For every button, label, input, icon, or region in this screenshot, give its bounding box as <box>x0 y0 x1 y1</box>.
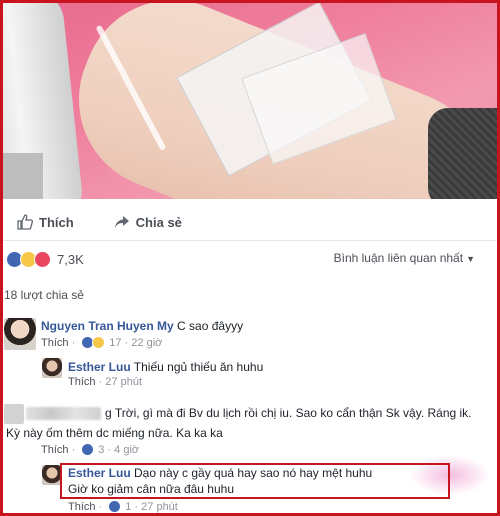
comment-like-link[interactable]: Thích <box>41 444 69 456</box>
like-button[interactable]: Thích <box>17 214 74 230</box>
caret-down-icon: ▼ <box>466 254 475 264</box>
reply-author[interactable]: Esther Luu <box>68 360 131 374</box>
separator: · <box>95 500 103 513</box>
comment-sort-dropdown[interactable]: Bình luận liên quan nhất ▼ <box>334 251 475 265</box>
share-label: Chia sẻ <box>135 214 182 230</box>
comment-meta: Thích · 3 · 4 giờ <box>41 443 139 456</box>
divider <box>3 240 497 241</box>
avatar[interactable] <box>4 318 36 350</box>
comment-reaction-count[interactable]: 17 <box>109 337 121 349</box>
comment-author[interactable]: Nguyen Tran Huyen My <box>41 319 174 333</box>
comment: Nguyen Tran Huyen My C sao đâyyy <box>41 318 243 335</box>
separator: · <box>95 376 106 388</box>
comment-text: C sao đâyyy <box>177 319 244 333</box>
share-button[interactable]: Chia sẻ <box>114 214 182 230</box>
avatar[interactable] <box>4 404 24 424</box>
like-icon <box>108 500 122 513</box>
comment-like-link[interactable]: Thích <box>41 337 69 349</box>
reply-time[interactable]: 27 phút <box>141 501 178 513</box>
avatar[interactable] <box>42 465 62 485</box>
comment-text-line2: Kỳ này ốm thêm dc miếng nữa. Ka ka ka <box>6 426 223 440</box>
separator: · <box>68 443 76 456</box>
highlight-box <box>60 463 450 499</box>
separator: · <box>104 443 115 456</box>
separator: · <box>121 336 132 349</box>
separator: · <box>68 336 76 349</box>
reply-time[interactable]: 27 phút <box>105 376 142 388</box>
comment-time[interactable]: 4 giờ <box>114 444 139 456</box>
post-photo[interactable] <box>3 3 497 199</box>
sleeve <box>428 108 497 199</box>
monitor <box>3 153 43 199</box>
blurred-author <box>26 407 101 421</box>
reply: Esther Luu Thiếu ngủ thiếu ăn huhu <box>68 359 263 376</box>
comment-time[interactable]: 22 giờ <box>131 337 162 349</box>
like-icon <box>81 443 95 456</box>
reaction-summary[interactable]: 7,3K Bình luận liên quan nhất ▼ <box>3 246 497 272</box>
comment-meta: Thích · 17 · 22 giờ <box>41 336 162 349</box>
separator: · <box>131 500 142 513</box>
comment-author-fragment: g <box>105 406 112 420</box>
comment: g Trời, gì mà đi Bv du lịch rồi chị iu. … <box>26 405 496 422</box>
share-arrow-icon <box>114 216 129 228</box>
haha-icon <box>92 336 106 349</box>
shares-count[interactable]: 18 lượt chia sẻ <box>4 288 84 302</box>
reply-meta: Thích · 1 · 27 phút <box>68 500 178 513</box>
sort-label: Bình luận liên quan nhất <box>333 251 464 265</box>
reaction-count: 7,3K <box>57 251 84 267</box>
thumbs-up-icon <box>17 214 33 230</box>
reply-like-link[interactable]: Thích <box>68 376 96 388</box>
reply-text: Thiếu ngủ thiếu ăn huhu <box>133 360 264 374</box>
like-label: Thích <box>39 214 74 230</box>
love-icon <box>34 250 51 268</box>
avatar[interactable] <box>42 358 62 378</box>
comment-text: Trời, gì mà đi Bv du lịch rồi chị iu. Sa… <box>114 406 472 420</box>
post-action-bar: Thích Chia sẻ <box>3 205 497 239</box>
reply-like-link[interactable]: Thích <box>68 501 96 513</box>
reply-meta: Thích · 27 phút <box>68 376 142 388</box>
